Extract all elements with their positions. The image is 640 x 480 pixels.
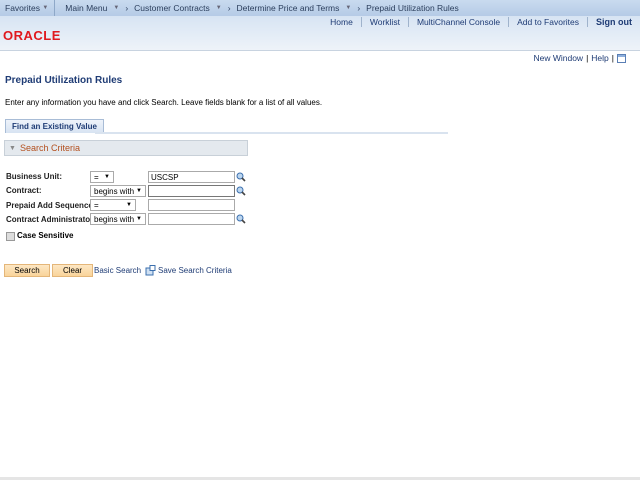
tab-divider bbox=[95, 132, 448, 134]
lookup-magnifier-icon[interactable] bbox=[236, 172, 246, 182]
chevron-down-icon: ▼ bbox=[215, 5, 222, 11]
separator: | bbox=[611, 53, 614, 63]
prepaid-add-sequence-operator-select[interactable]: = ▼ bbox=[90, 199, 136, 211]
separator: | bbox=[586, 53, 589, 63]
sign-out-link[interactable]: Sign out bbox=[587, 17, 632, 27]
tab-find-existing-value[interactable]: Find an Existing Value bbox=[5, 119, 104, 133]
search-criteria-header[interactable]: ▼ Search Criteria bbox=[4, 140, 248, 156]
prepaid-add-sequence-input[interactable] bbox=[148, 199, 235, 211]
contract-administrator-operator-select[interactable]: begins with ▼ bbox=[90, 213, 146, 225]
chevron-down-icon: ▼ bbox=[113, 5, 120, 11]
help-link[interactable]: Help bbox=[591, 53, 608, 63]
basic-search-link[interactable]: Basic Search bbox=[94, 266, 141, 275]
prepaid-add-sequence-label: Prepaid Add Sequence: bbox=[6, 201, 96, 210]
collapse-triangle-icon: ▼ bbox=[9, 144, 16, 152]
worklist-link[interactable]: Worklist bbox=[360, 17, 408, 27]
dropdown-arrow-icon: ▼ bbox=[126, 202, 132, 208]
breadcrumb-current[interactable]: Prepaid Utilization Rules bbox=[366, 3, 459, 13]
contract-administrator-input[interactable] bbox=[148, 213, 235, 225]
chevron-down-icon: ▼ bbox=[345, 5, 352, 11]
business-unit-label: Business Unit: bbox=[6, 172, 63, 181]
clear-button[interactable]: Clear bbox=[52, 264, 93, 277]
save-search-criteria-link[interactable]: Save Search Criteria bbox=[158, 266, 232, 275]
breadcrumb-separator: › bbox=[227, 3, 231, 13]
top-nav-bar: Favorites ▼ Main Menu ▼ › Customer Contrac… bbox=[0, 0, 640, 16]
header-links: Home Worklist MultiChannel Console Add t… bbox=[322, 17, 632, 27]
case-sensitive-label: Case Sensitive bbox=[17, 231, 74, 240]
contract-label: Contract: bbox=[6, 186, 42, 195]
contract-administrator-label: Contract Administrator: bbox=[6, 215, 96, 224]
lookup-magnifier-icon[interactable] bbox=[236, 186, 246, 196]
dropdown-arrow-icon: ▼ bbox=[104, 174, 110, 180]
home-link[interactable]: Home bbox=[322, 17, 361, 27]
oracle-logo: ORACLE bbox=[3, 28, 61, 43]
lookup-magnifier-icon[interactable] bbox=[236, 214, 246, 224]
breadcrumb-customer-contracts[interactable]: Customer Contracts bbox=[134, 3, 210, 13]
customize-page-icon[interactable] bbox=[617, 53, 626, 63]
header: Home Worklist MultiChannel Console Add t… bbox=[0, 16, 640, 51]
new-window-link[interactable]: New Window bbox=[533, 53, 583, 63]
breadcrumb-separator: › bbox=[357, 3, 361, 13]
multichannel-console-link[interactable]: MultiChannel Console bbox=[407, 17, 508, 27]
favorites-menu[interactable]: Favorites ▼ bbox=[0, 0, 56, 16]
breadcrumb-determine-price[interactable]: Determine Price and Terms bbox=[237, 3, 340, 13]
search-button[interactable]: Search bbox=[4, 264, 50, 277]
page-title: Prepaid Utilization Rules bbox=[5, 75, 123, 86]
case-sensitive-checkbox[interactable] bbox=[6, 232, 15, 241]
chevron-down-icon: ▼ bbox=[42, 5, 49, 11]
instructions: Enter any information you have and click… bbox=[5, 98, 323, 107]
dropdown-arrow-icon: ▼ bbox=[136, 216, 142, 222]
save-search-icon[interactable] bbox=[145, 265, 156, 276]
business-unit-input[interactable]: USCSP bbox=[148, 171, 235, 183]
business-unit-operator-select[interactable]: = ▼ bbox=[90, 171, 114, 183]
utility-links: New Window | Help | bbox=[533, 53, 626, 63]
contract-operator-select[interactable]: begins with ▼ bbox=[90, 185, 146, 197]
breadcrumb: Main Menu ▼ › Customer Contracts ▼ › Determi… bbox=[65, 3, 464, 13]
dropdown-arrow-icon: ▼ bbox=[136, 188, 142, 194]
add-to-favorites-link[interactable]: Add to Favorites bbox=[508, 17, 587, 27]
breadcrumb-main-menu[interactable]: Main Menu bbox=[65, 3, 107, 13]
contract-input[interactable] bbox=[148, 185, 235, 197]
breadcrumb-separator: › bbox=[125, 3, 129, 13]
